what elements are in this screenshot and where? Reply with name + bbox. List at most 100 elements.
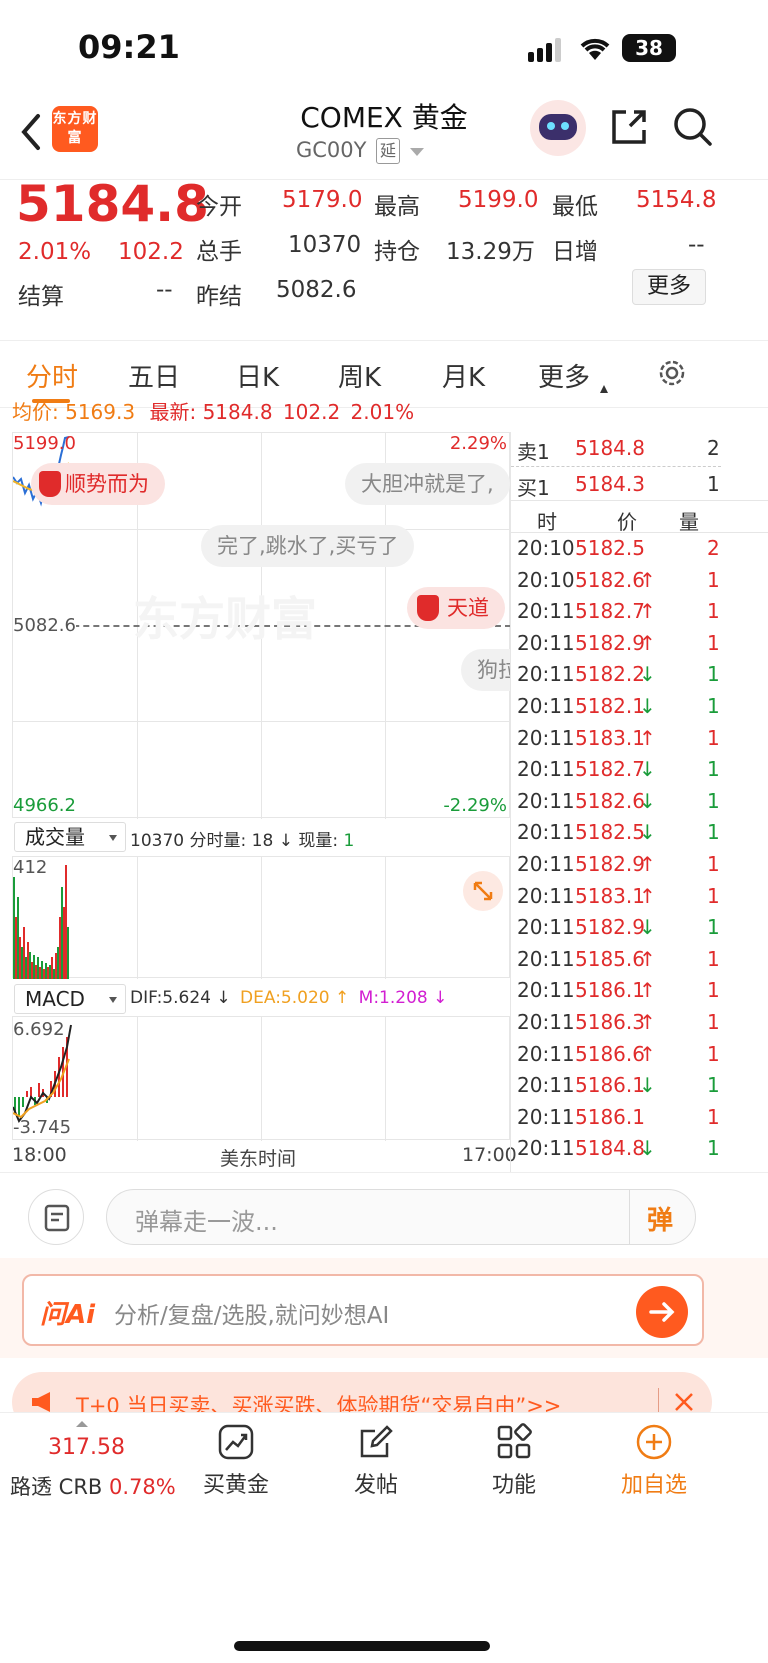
close-icon[interactable] [672,1390,696,1414]
bid1-price: 5184.3 [575,472,645,496]
up-caret-icon [76,1421,88,1427]
nav-label: 加自选 [620,1473,687,1498]
daily-increase-value: -- [688,232,705,258]
tick-direction-icon: ↑ [639,567,656,592]
search-icon[interactable] [672,106,714,148]
fire-icon [39,471,61,497]
settings-icon[interactable] [656,357,688,389]
macd-bottom-label: -3.745 [13,1117,72,1138]
tick-row: 20:10 5182.5 2 [517,536,743,569]
megaphone-icon [30,1390,60,1414]
tick-direction-icon: ↑ [639,1041,656,1066]
tick-row: 20:11 5182.9 ↑ 1 [517,631,743,664]
chart-trend-icon [217,1423,255,1461]
buy-gold-button[interactable]: 买黄金 [176,1423,296,1499]
tick-price: 5182.9 [575,852,645,876]
volume-min-label: 分时量: [189,831,247,851]
danmaku-input[interactable]: 弹幕走一波... 弹 [106,1189,696,1245]
tick-qty: 1 [707,694,720,718]
orderbook-divider [511,466,721,467]
tick-direction-icon: ↓ [639,788,656,813]
ai-section: 问Ai 分析/复盘/选股,就问妙想AI [0,1258,768,1358]
tick-price: 5183.1 [575,725,645,750]
volume-total: 10370 [130,831,185,851]
tick-qty: 1 [707,946,720,971]
crb-ticker[interactable]: 路透 CRB 0.78% [10,1471,176,1501]
tab-monthly-k[interactable]: 月K [442,357,485,394]
volume-chart: 412 [12,856,510,979]
tick-qty: 1 [707,915,720,940]
functions-button[interactable]: 功能 [454,1423,574,1499]
wifi-icon [578,34,612,62]
grid-icon [495,1423,533,1461]
nav-label: 功能 [491,1473,536,1498]
tick-qty: 1 [707,820,720,845]
macd-dif: DIF:5.624 [130,988,211,1008]
danmaku-bubble: 完了,跳水了,买亏了 [201,525,415,567]
macd-indicator-label: MACD [25,987,85,1011]
tick-time: 20:10 [517,567,575,592]
volume-now-value: 1 [343,831,355,851]
macd-m: M:1.208 [358,988,428,1008]
tick-row: 20:11 5186.1 ↓ 1 [517,1073,743,1106]
ticks-col-price: 价 [617,510,637,534]
prev-settle-value: 5082.6 [276,277,357,303]
tick-price: 5186.3 [575,1010,645,1034]
high-value: 5199.0 [458,187,539,213]
tick-direction-icon: ↓ [639,1073,656,1098]
danmaku-text: 大胆冲就是了, [361,472,494,496]
avg-price-value: 5169.3 [65,400,136,424]
tab-five-day[interactable]: 五日 [128,357,180,394]
tick-qty: 1 [707,1010,720,1034]
time-axis-end: 17:00 [462,1144,517,1166]
open-label: 今开 [196,194,242,220]
post-button[interactable]: 发帖 [316,1423,436,1499]
crb-label: 路透 CRB [10,1475,103,1499]
tick-qty: 1 [707,567,720,592]
tick-time: 20:11 [517,630,575,655]
tick-price: 5182.7 [575,599,645,624]
tick-price: 5186.1 [575,1104,645,1129]
tick-price: 5182.6 [575,567,645,592]
back-icon[interactable] [16,112,46,152]
tick-row: 20:11 5186.3 ↑ 1 [517,1010,743,1043]
tick-time: 20:11 [517,599,575,624]
tick-qty: 1 [707,978,720,1003]
change-percent: 2.01% [18,239,92,265]
tick-row: 20:11 5182.2 ↓ 1 [517,662,743,695]
macd-indicator-select[interactable]: MACD [14,984,126,1014]
more-button[interactable]: 更多 [632,269,706,305]
tick-qty: 1 [707,788,720,813]
note-icon[interactable] [28,1189,84,1245]
volume-indicator-select[interactable]: 成交量 [14,822,126,852]
intraday-chart[interactable]: 东方财富 5199.0 2.29% 5082.6 4966.2 -2.29% 顺… [12,432,511,819]
robot-avatar-icon[interactable] [530,100,586,156]
macd-stats: DIF:5.624 ↓ DEA:5.020 ↑ M:1.208 ↓ [130,988,447,1008]
y-axis-top-pct: 2.29% [449,433,507,454]
tab-weekly-k[interactable]: 周K [338,357,381,394]
dropdown-icon[interactable] [410,148,424,156]
add-watchlist-button[interactable]: 加自选 [594,1423,714,1499]
tick-direction-icon: ↓ [639,662,656,687]
chart-info-line: 均价: 5169.3 最新: 5184.8 102.2 2.01% [12,396,414,425]
tick-row: 20:10 5182.6 ↑ 1 [517,568,743,601]
arrow-right-icon[interactable] [636,1286,688,1338]
danmaku-bubble: 顺势而为 [31,463,165,505]
danmaku-send-button[interactable]: 弹 [647,1200,673,1237]
tick-direction-icon: ↑ [639,852,656,876]
tab-more[interactable]: 更多 [538,357,590,394]
arrow-up-icon: ↑ [329,988,355,1008]
tab-daily-k[interactable]: 日K [236,357,279,394]
tick-row: 20:11 5182.1 ↓ 1 [517,694,743,727]
status-bar: 09:21 38 [0,0,768,100]
tick-qty: 1 [707,852,720,876]
tick-time: 20:11 [517,915,575,940]
tick-time: 20:11 [517,694,575,718]
tick-direction-icon: ↑ [639,883,656,908]
expand-icon[interactable] [463,871,503,911]
tab-intraday[interactable]: 分时 [26,357,78,394]
volume-down-arrow-icon: ↓ [278,831,293,851]
ai-input[interactable]: 问Ai 分析/复盘/选股,就问妙想AI [22,1274,704,1346]
share-icon[interactable] [608,106,650,148]
tick-direction-icon: ↑ [639,978,656,1003]
